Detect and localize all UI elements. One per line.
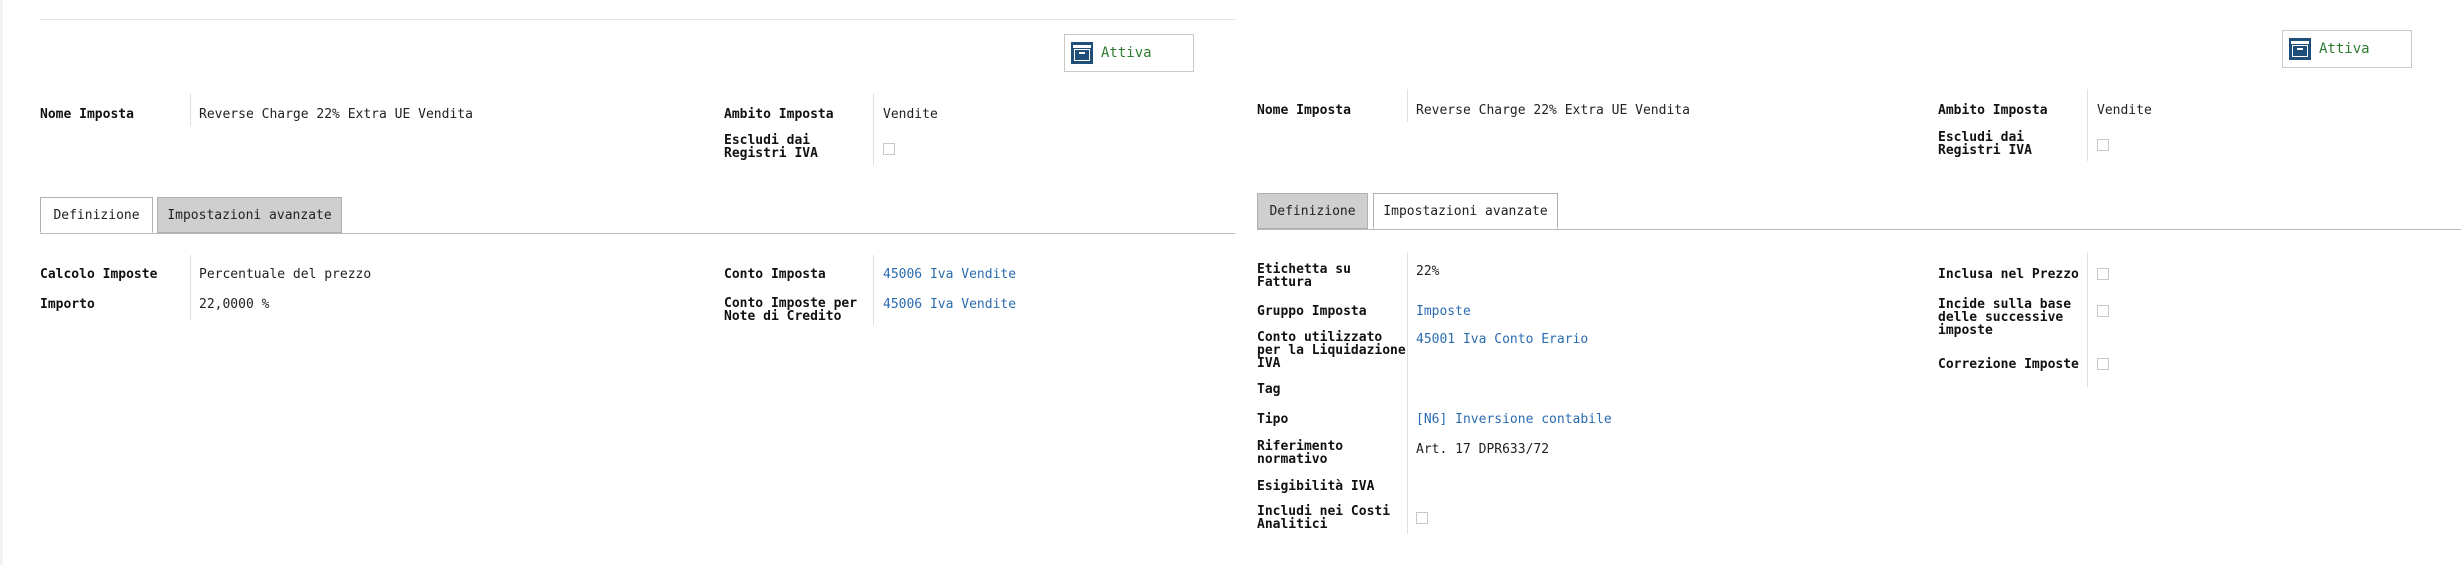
escludi-registri-label-line2: Registri IVA [1938, 143, 2032, 158]
conto-imposta-label: Conto Imposta [724, 267, 826, 282]
tabs-baseline [1257, 229, 2461, 230]
status-label: Attiva [2319, 41, 2370, 57]
escludi-registri-label: Escludi dai Registri IVA [1938, 131, 2032, 157]
ambito-imposta-label: Ambito Imposta [1938, 103, 2048, 118]
ambito-imposta-value[interactable]: Vendite [2097, 104, 2152, 117]
incide-base-label: Incide sulla base delle successive impos… [1938, 298, 2071, 337]
esigibilita-iva-label: Esigibilità IVA [1257, 479, 1375, 494]
field-separator [873, 93, 874, 165]
escludi-registri-label: Escludi dai Registri IVA [724, 134, 818, 160]
correzione-imposte-label: Correzione Imposte [1938, 357, 2079, 372]
archive-icon [1071, 42, 1093, 64]
active-status-button[interactable]: Attiva [1064, 34, 1194, 72]
ambito-imposta-label: Ambito Imposta [724, 107, 834, 122]
conto-note-credito-link[interactable]: 45006 Iva Vendite [883, 298, 1016, 311]
nome-imposta-value[interactable]: Reverse Charge 22% Extra UE Vendita [1416, 104, 1690, 117]
conto-liquidazione-link[interactable]: 45001 Iva Conto Erario [1416, 333, 1588, 346]
archive-icon [2289, 38, 2311, 60]
field-separator [190, 93, 191, 126]
right-form-panel: Attiva Nome Imposta Reverse Charge 22% E… [1235, 0, 2461, 565]
tab-definizione[interactable]: Definizione [1257, 193, 1368, 229]
field-separator [2087, 252, 2088, 387]
etichetta-fattura-value[interactable]: 22% [1416, 265, 1439, 278]
escludi-registri-checkbox[interactable] [2097, 139, 2109, 151]
conto-liquidazione-label-line3: IVA [1257, 356, 1281, 371]
riferimento-normativo-value[interactable]: Art. 17 DPR633/72 [1416, 443, 1549, 456]
riferimento-normativo-label-line2: normativo [1257, 452, 1328, 467]
conto-note-credito-label: Conto Imposte per Note di Credito [724, 297, 857, 323]
includi-costi-analitici-label-line2: Analitici [1257, 517, 1328, 532]
nome-imposta-label: Nome Imposta [1257, 103, 1351, 118]
status-label: Attiva [1101, 45, 1152, 61]
tab-definizione[interactable]: Definizione [40, 197, 153, 233]
tab-impostazioni-avanzate[interactable]: Impostazioni avanzate [1373, 193, 1558, 229]
tipo-label: Tipo [1257, 412, 1289, 427]
includi-costi-analitici-checkbox[interactable] [1416, 512, 1428, 524]
ambito-imposta-value[interactable]: Vendite [883, 108, 938, 121]
incide-base-checkbox[interactable] [2097, 305, 2109, 317]
left-form-panel: Attiva Nome Imposta Reverse Charge 22% E… [0, 0, 1235, 565]
calcolo-imposte-label: Calcolo Imposte [40, 267, 158, 282]
correzione-imposte-checkbox[interactable] [2097, 358, 2109, 370]
conto-imposta-link[interactable]: 45006 Iva Vendite [883, 268, 1016, 281]
field-separator [1407, 252, 1408, 534]
inclusa-prezzo-label: Inclusa nel Prezzo [1938, 267, 2079, 282]
nome-imposta-value[interactable]: Reverse Charge 22% Extra UE Vendita [199, 108, 473, 121]
etichetta-fattura-label: Etichetta su Fattura [1257, 263, 1351, 289]
incide-base-label-line3: imposte [1938, 323, 1993, 338]
tipo-link[interactable]: [N6] Inversione contabile [1416, 413, 1612, 426]
escludi-registri-checkbox[interactable] [883, 143, 895, 155]
conto-liquidazione-label: Conto utilizzato per la Liquidazione IVA [1257, 331, 1406, 370]
inclusa-prezzo-checkbox[interactable] [2097, 268, 2109, 280]
field-separator [873, 255, 874, 325]
top-divider [40, 19, 1235, 20]
active-status-button[interactable]: Attiva [2282, 30, 2412, 68]
field-separator [1407, 89, 1408, 122]
importo-label: Importo [40, 297, 95, 312]
gruppo-imposta-label: Gruppo Imposta [1257, 304, 1367, 319]
importo-value[interactable]: 22,0000 % [199, 298, 269, 311]
field-separator [2087, 89, 2088, 161]
escludi-registri-label-line2: Registri IVA [724, 146, 818, 161]
nome-imposta-label: Nome Imposta [40, 107, 134, 122]
field-separator [190, 255, 191, 320]
tag-label: Tag [1257, 382, 1281, 397]
riferimento-normativo-label: Riferimento normativo [1257, 440, 1343, 466]
etichetta-fattura-label-line2: Fattura [1257, 275, 1312, 290]
tabs-baseline [40, 233, 1235, 234]
gruppo-imposta-link[interactable]: Imposte [1416, 305, 1471, 318]
tab-impostazioni-avanzate[interactable]: Impostazioni avanzate [157, 197, 342, 233]
includi-costi-analitici-label: Includi nei Costi Analitici [1257, 505, 1390, 531]
conto-note-credito-label-line2: Note di Credito [724, 309, 842, 324]
calcolo-imposte-value[interactable]: Percentuale del prezzo [199, 268, 371, 281]
